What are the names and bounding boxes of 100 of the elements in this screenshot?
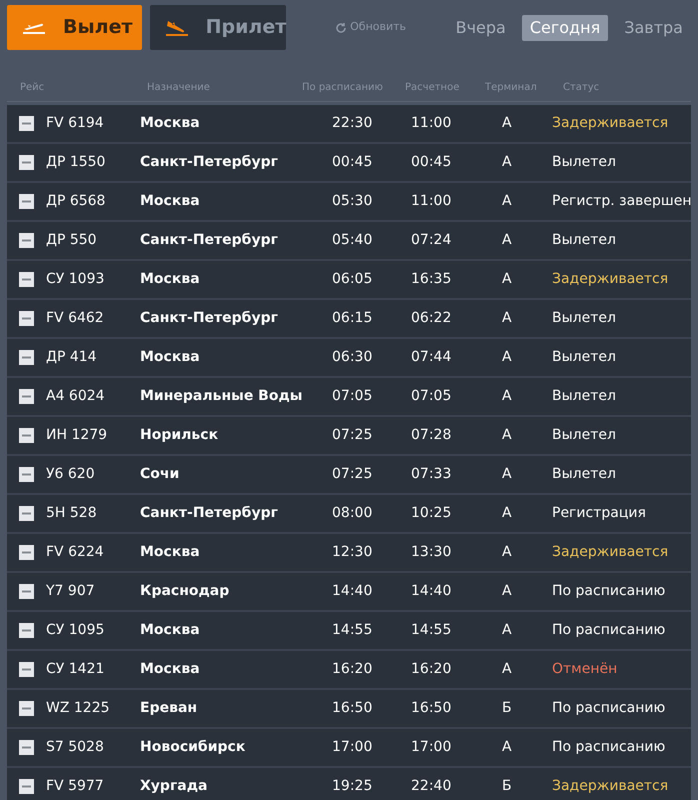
- terminal: A: [502, 739, 512, 755]
- flight-status: По расписанию: [552, 739, 666, 755]
- flight-status: Задерживается: [552, 544, 668, 560]
- scheduled-time: 19:25: [332, 778, 372, 794]
- flight-status: Регистр. завершен: [552, 193, 691, 209]
- scheduled-time: 12:30: [332, 544, 372, 560]
- airline-logo-icon: [19, 584, 34, 599]
- scheduled-time: 22:30: [332, 115, 372, 131]
- column-header: По расписанию: [302, 81, 384, 95]
- airline-logo-icon: [19, 194, 34, 209]
- airline-logo-icon: [19, 272, 34, 287]
- terminal: A: [502, 505, 512, 521]
- airline-logo-icon: [19, 116, 34, 131]
- flight-number: ДР 414: [46, 349, 97, 365]
- flight-number: ДР 1550: [46, 154, 106, 170]
- terminal: A: [502, 232, 512, 248]
- destination: Сочи: [140, 466, 180, 482]
- airline-logo-icon: [19, 662, 34, 677]
- scheduled-time: 06:05: [332, 271, 372, 287]
- scheduled-time: 05:40: [332, 232, 372, 248]
- terminal: A: [502, 388, 512, 404]
- airline-logo-icon: [19, 779, 34, 794]
- estimated-time: 14:55: [411, 622, 452, 638]
- airline-logo-icon: [19, 506, 34, 521]
- flight-number: FV 5977: [46, 778, 104, 794]
- flight-number: FV 6194: [46, 115, 104, 131]
- flight-status: Вылетел: [552, 349, 616, 365]
- destination: Санкт-Петербург: [140, 310, 278, 326]
- scheduled-time: 06:15: [332, 310, 372, 326]
- destination: Москва: [140, 622, 200, 638]
- terminal: A: [502, 193, 512, 209]
- flight-status: По расписанию: [552, 622, 666, 638]
- flight-number: ДР 6568: [46, 193, 106, 209]
- estimated-time: 11:00: [411, 115, 452, 131]
- estimated-time: 22:40: [411, 778, 452, 794]
- flight-number: СУ 1093: [46, 271, 104, 287]
- flight-status: Задерживается: [552, 271, 668, 287]
- scheduled-time: 06:30: [332, 349, 372, 365]
- destination: Москва: [140, 661, 200, 677]
- terminal: A: [502, 622, 512, 638]
- flight-status: По расписанию: [552, 583, 666, 599]
- flight-number: ИН 1279: [46, 427, 108, 443]
- terminal: A: [502, 427, 512, 443]
- column-header: Рейс: [19, 81, 46, 95]
- estimated-time: 11:00: [411, 193, 452, 209]
- estimated-time: 07:05: [411, 388, 452, 404]
- flight-status: Вылетел: [552, 427, 616, 443]
- terminal: A: [502, 583, 512, 599]
- column-header: Расчетное: [405, 81, 460, 95]
- estimated-time: 10:25: [411, 505, 452, 521]
- flight-number: СУ 1421: [46, 661, 104, 677]
- airline-logo-icon: [19, 428, 34, 443]
- departure-tab[interactable]: Вылет: [7, 5, 142, 50]
- column-header: Терминал: [485, 81, 538, 95]
- destination: Москва: [140, 349, 200, 365]
- day-tab[interactable]: Вчера: [448, 14, 514, 40]
- destination: Санкт-Петербург: [140, 232, 278, 248]
- estimated-time: 07:33: [411, 466, 452, 482]
- scheduled-time: 05:30: [332, 193, 372, 209]
- estimated-time: 07:28: [411, 427, 452, 443]
- flight-status: Вылетел: [552, 232, 616, 248]
- destination: Санкт-Петербург: [140, 505, 278, 521]
- day-tab[interactable]: Завтра: [616, 14, 691, 40]
- scheduled-time: 00:45: [332, 154, 372, 170]
- scheduled-time: 17:00: [332, 739, 372, 755]
- terminal: Б: [502, 778, 512, 794]
- arrival-tab[interactable]: Прилет: [150, 5, 286, 50]
- scheduled-time: 07:25: [332, 427, 372, 443]
- estimated-time: 06:22: [411, 310, 452, 326]
- destination: Новосибирск: [140, 739, 246, 755]
- scheduled-time: 14:55: [332, 622, 372, 638]
- airline-logo-icon: [19, 467, 34, 482]
- scheduled-time: 16:50: [332, 700, 372, 716]
- refresh-icon: [335, 22, 348, 34]
- flight-status: Задерживается: [552, 778, 668, 794]
- estimated-time: 07:44: [411, 349, 452, 365]
- destination: Москва: [140, 271, 200, 287]
- flight-number: Y7 907: [46, 583, 95, 599]
- flight-number: СУ 1095: [46, 622, 104, 638]
- estimated-time: 16:35: [411, 271, 452, 287]
- destination: Москва: [140, 544, 200, 560]
- refresh-button[interactable]: Обновить: [335, 19, 406, 36]
- terminal: A: [502, 154, 512, 170]
- terminal: A: [502, 349, 512, 365]
- flight-number: 5Н 528: [46, 505, 97, 521]
- flight-status: Вылетел: [552, 466, 616, 482]
- destination: Минеральные Воды: [140, 388, 302, 404]
- destination: Москва: [140, 193, 200, 209]
- terminal: Б: [502, 700, 512, 716]
- airline-logo-icon: [19, 311, 34, 326]
- terminal: A: [502, 115, 512, 131]
- flight-number: ДР 550: [46, 232, 97, 248]
- flight-status: Вылетел: [552, 310, 616, 326]
- destination: Хургада: [140, 778, 208, 794]
- flight-number: FV 6224: [46, 544, 104, 560]
- estimated-time: 16:50: [411, 700, 452, 716]
- day-tab[interactable]: Сегодня: [522, 14, 608, 40]
- terminal: A: [502, 544, 512, 560]
- flight-number: WZ 1225: [46, 700, 110, 716]
- column-header: Назначение: [147, 81, 211, 95]
